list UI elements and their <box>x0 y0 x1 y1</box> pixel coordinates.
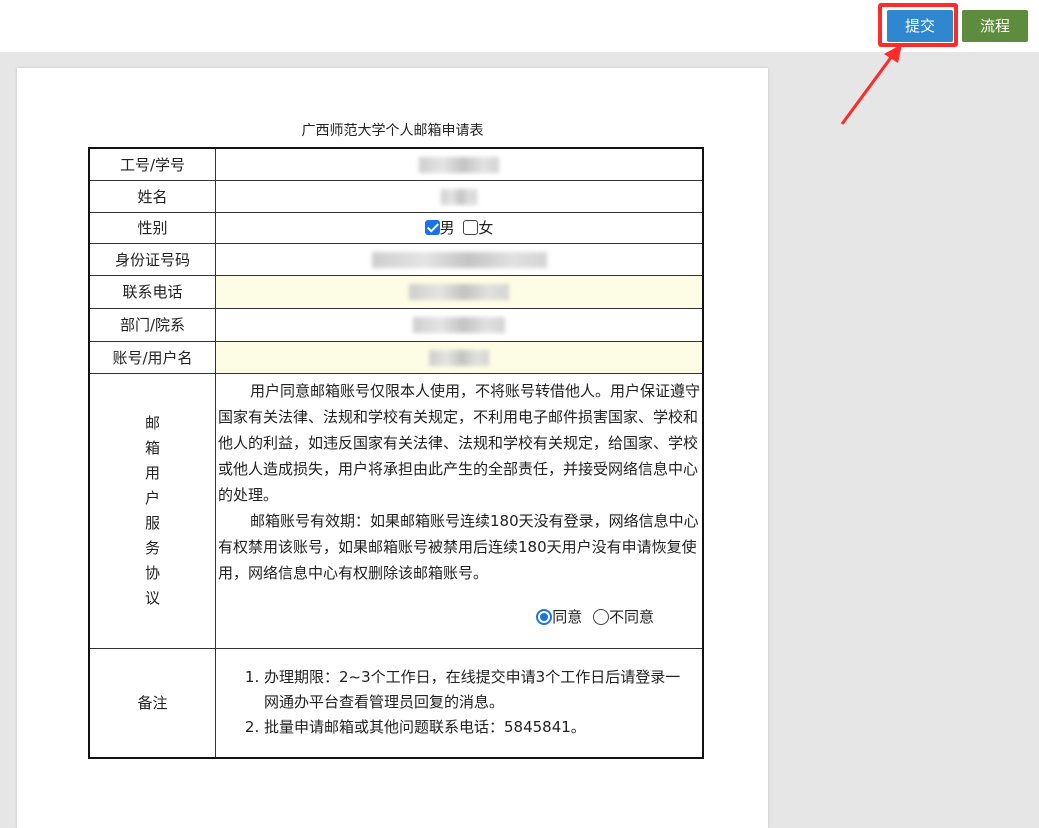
agreement-label-char: 邮 <box>145 413 161 432</box>
agreement-label-char: 箱 <box>145 438 161 457</box>
redacted-value <box>371 251 547 268</box>
agreement-label: 邮 箱 用 户 服 务 协 议 <box>88 372 216 649</box>
female-checkbox[interactable] <box>463 220 479 235</box>
female-label: 女 <box>478 219 494 237</box>
form-row-id: 工号/学号 <box>88 147 704 181</box>
agreement-label-char: 务 <box>145 538 161 557</box>
application-form-table: 工号/学号 姓名 性别 男 女 身份证号码 联系电话 部门/院系 账号/用户名 <box>88 147 704 759</box>
phone-input[interactable] <box>215 274 704 309</box>
gender-field: 男 女 <box>215 211 704 244</box>
form-row-idcard: 身份证号码 <box>88 242 704 276</box>
row-label: 部门/院系 <box>88 307 216 342</box>
consent-options: 同意 不同意 <box>216 586 702 627</box>
form-row-name: 姓名 <box>88 179 704 213</box>
redacted-value <box>413 317 505 333</box>
form-title: 广西师范大学个人邮箱申请表 <box>301 123 484 139</box>
agreement-content: 用户同意邮箱账号仅限本人使用，不将账号转借他人。用户保证遵守国家有关法律、法规和… <box>215 372 704 649</box>
agreement-label-char: 议 <box>145 588 161 607</box>
form-row-notes: 备注 办理期限：2~3个工作日，在线提交申请3个工作日后请登录一网通办平台查看管… <box>88 647 704 759</box>
disagree-label: 不同意 <box>608 607 654 626</box>
id-card-field[interactable] <box>215 242 704 276</box>
row-label: 工号/学号 <box>88 147 216 181</box>
department-field[interactable] <box>215 307 704 342</box>
agree-radio[interactable] <box>536 608 553 625</box>
row-label: 身份证号码 <box>88 242 216 276</box>
employee-id-field[interactable] <box>215 147 704 181</box>
form-row-department: 部门/院系 <box>88 307 704 342</box>
agreement-paragraph: 邮箱账号有效期：如果邮箱账号连续180天没有登录，网络信息中心有权禁用该账号，如… <box>218 511 699 582</box>
notes-content: 办理期限：2~3个工作日，在线提交申请3个工作日后请登录一网通办平台查看管理员回… <box>215 647 704 759</box>
male-label: 男 <box>439 219 455 237</box>
form-paper: 广西师范大学个人邮箱申请表 工号/学号 姓名 性别 男 女 身份证号码 联系电话… <box>17 68 768 828</box>
notes-label: 备注 <box>88 647 216 759</box>
form-row-phone: 联系电话 <box>88 274 704 309</box>
male-checkbox[interactable] <box>424 220 440 235</box>
redacted-value <box>419 156 499 173</box>
redacted-value <box>409 284 509 300</box>
note-item: 办理期限：2~3个工作日，在线提交申请3个工作日后请登录一网通办平台查看管理员回… <box>264 665 694 715</box>
row-label: 联系电话 <box>88 274 216 309</box>
form-row-gender: 性别 男 女 <box>88 211 704 244</box>
redacted-value <box>429 349 489 366</box>
agree-label: 同意 <box>552 607 583 626</box>
agreement-label-char: 协 <box>145 563 161 582</box>
note-item: 批量申请邮箱或其他问题联系电话：5845841。 <box>264 715 694 740</box>
redacted-value <box>441 188 477 205</box>
agreement-label-char: 用 <box>145 463 161 482</box>
form-row-agreement: 邮 箱 用 户 服 务 协 议 用户同意邮箱账号仅限本人使用，不将账号转借他人。… <box>88 372 704 649</box>
agreement-label-char: 服 <box>145 513 161 532</box>
username-input[interactable] <box>215 340 704 374</box>
disagree-radio[interactable] <box>592 608 609 625</box>
row-label: 账号/用户名 <box>88 340 216 374</box>
row-label: 性别 <box>88 211 216 244</box>
name-field[interactable] <box>215 179 704 213</box>
row-label: 姓名 <box>88 179 216 213</box>
agreement-label-char: 户 <box>145 488 161 507</box>
agreement-paragraph: 用户同意邮箱账号仅限本人使用，不将账号转借他人。用户保证遵守国家有关法律、法规和… <box>218 381 701 504</box>
form-row-account: 账号/用户名 <box>88 340 704 374</box>
